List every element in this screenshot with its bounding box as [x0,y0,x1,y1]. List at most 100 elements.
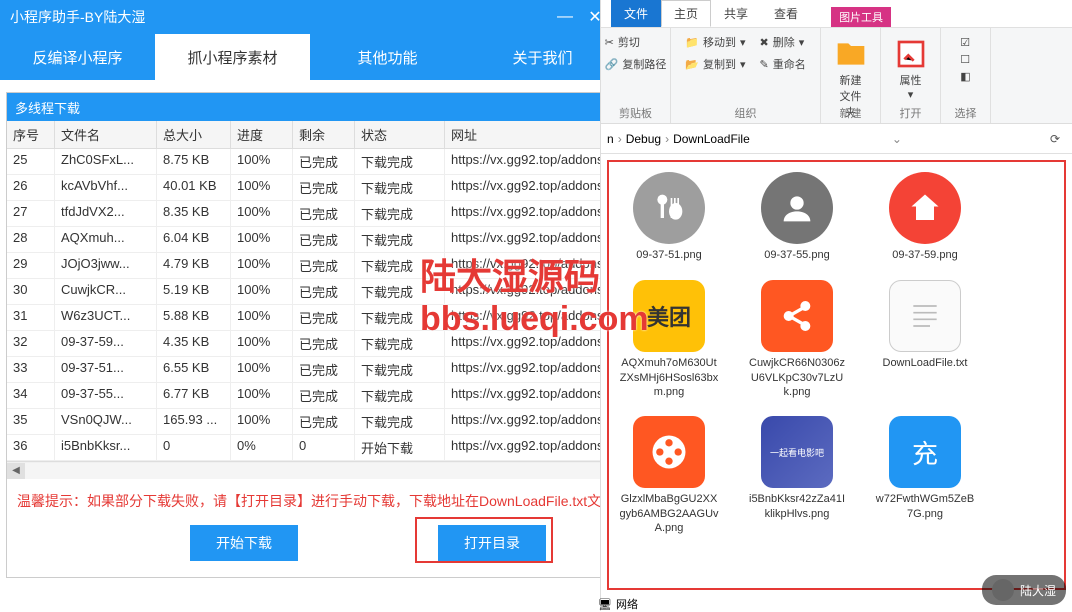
cell-remain: 已完成 [293,201,355,226]
cell-remain: 已完成 [293,357,355,382]
cell-prog: 100% [231,331,293,356]
cell-remain: 已完成 [293,279,355,304]
path-icon: 🔗 [605,58,619,71]
menu-file[interactable]: 文件 [611,0,661,27]
select-none-icon[interactable]: ☐ [960,53,970,66]
cell-status: 下载完成 [355,357,445,382]
cell-remain: 已完成 [293,149,355,174]
tab-decompile[interactable]: 反编译小程序 [0,34,155,80]
crumb-dropdown-icon[interactable]: ⌄ [892,132,902,146]
move-to-button[interactable]: 📁移动到▾ [681,32,749,52]
main-title: 小程序助手-BY陆大湿 [10,7,145,27]
main-titlebar[interactable]: 小程序助手-BY陆大湿 — ✕ [0,0,620,34]
select-all-icon[interactable]: ☑ [960,36,970,49]
file-thumb-icon: 充 [889,416,961,488]
file-item[interactable]: 一起看电影吧i5BnbKksr42zZa41IklikpHlvs.png [747,416,847,534]
file-item[interactable]: CuwjkCR66N0306zU6VLKpC30v7LzUk.png [747,280,847,398]
copy-to-button[interactable]: 📂复制到▾ [681,54,749,74]
cell-seq: 26 [7,175,55,200]
file-item[interactable]: 美团AQXmuh7oM630UtZXsMHj6HSosl63bxm.png [619,280,719,398]
cell-name: 09-37-51... [55,357,157,382]
col-status-header[interactable]: 状态 [355,121,445,148]
chat-badge[interactable]: 陆大湿 [982,575,1066,605]
cell-size: 4.79 KB [157,253,231,278]
file-item[interactable]: 充w72FwthWGm5ZeB7G.png [875,416,975,534]
cell-name: ZhC0SFxL... [55,149,157,174]
col-name-header[interactable]: 文件名 [55,121,157,148]
file-thumb-icon [633,172,705,244]
refresh-icon[interactable]: ⟳ [1044,132,1066,146]
cell-prog: 100% [231,357,293,382]
menu-pic-tools[interactable]: 图片工具 [831,7,891,27]
file-item[interactable]: 09-37-51.png [619,172,719,262]
menu-share[interactable]: 共享 [711,0,761,27]
open-folder-button[interactable]: 打开目录 [438,525,546,561]
cell-remain: 已完成 [293,175,355,200]
breadcrumb[interactable]: n › Debug › DownLoadFile ⌄ ⟳ [601,124,1072,154]
file-item[interactable]: 09-37-55.png [747,172,847,262]
cell-seq: 31 [7,305,55,330]
file-grid[interactable]: 09-37-51.png 09-37-55.png 09-37-59.png 美团AQ… [607,160,1066,590]
file-item[interactable]: GlzxlMbaBgGU2XXgyb6AMBG2AAGUvA.png [619,416,719,534]
crumb-1[interactable]: Debug [626,132,661,146]
copy-path-button[interactable]: 🔗复制路径 [601,54,671,74]
cell-seq: 34 [7,383,55,408]
col-remain-header[interactable]: 剩余 [293,121,355,148]
file-item[interactable]: DownLoadFile.txt [875,280,975,398]
invert-select-icon[interactable]: ◧ [960,70,970,83]
chevron-down-icon: ▾ [740,36,746,49]
rename-button[interactable]: ✎重命名 [756,54,810,74]
file-item[interactable]: 09-37-59.png [875,172,975,262]
cell-name: 09-37-59... [55,331,157,356]
crumb-0[interactable]: n [607,132,614,146]
cell-size: 4.35 KB [157,331,231,356]
start-download-button[interactable]: 开始下载 [190,525,298,561]
cell-size: 6.55 KB [157,357,231,382]
delete-button[interactable]: ✖删除▾ [756,32,810,52]
col-seq-header[interactable]: 序号 [7,121,55,148]
ribbon-clipboard-group: ✂剪切 🔗复制路径 剪贴板 [601,28,671,123]
tab-about[interactable]: 关于我们 [465,34,620,80]
cell-seq: 28 [7,227,55,252]
ribbon-open-group: 属性▾ 打开 [881,28,941,123]
cell-name: W6z3UCT... [55,305,157,330]
col-progress-header[interactable]: 进度 [231,121,293,148]
cell-status: 下载完成 [355,331,445,356]
file-name: 09-37-51.png [619,248,719,262]
cut-button[interactable]: ✂剪切 [601,32,671,52]
cell-status: 下载完成 [355,409,445,434]
file-name: 09-37-55.png [747,248,847,262]
explorer-menu: 文件 主页 共享 查看 图片工具 [601,0,1072,28]
file-thumb-icon [633,416,705,488]
avatar-icon [992,579,1014,601]
menu-home[interactable]: 主页 [661,0,711,27]
ribbon: ✂剪切 🔗复制路径 剪贴板 📁移动到▾ 📂复制到▾ ✖删除▾ ✎重命名 组织 [601,28,1072,124]
file-name: DownLoadFile.txt [875,356,975,370]
col-size-header[interactable]: 总大小 [157,121,231,148]
chat-badge-label: 陆大湿 [1020,582,1056,599]
properties-button[interactable]: 属性▾ [889,32,933,103]
cell-status: 下载完成 [355,279,445,304]
cell-remain: 已完成 [293,253,355,278]
chevron-down-icon: ▾ [908,88,914,101]
cell-status: 下载完成 [355,227,445,252]
cell-size: 6.77 KB [157,383,231,408]
organize-label: 组织 [671,105,820,121]
cell-name: tfdJdVX2... [55,201,157,226]
ribbon-select-group: ☑ ☐ ◧ 选择 [941,28,991,123]
tab-grab-assets[interactable]: 抓小程序素材 [155,34,310,80]
scroll-left-icon[interactable]: ◀ [7,463,25,479]
cell-prog: 100% [231,253,293,278]
crumb-2[interactable]: DownLoadFile [673,132,750,146]
menu-view[interactable]: 查看 [761,0,811,27]
open-label: 打开 [881,105,940,121]
crumb-sep-icon: › [665,132,669,146]
download-title: 多线程下载 [15,98,80,117]
copyto-icon: 📂 [685,58,699,71]
cell-prog: 100% [231,201,293,226]
scissors-icon: ✂ [605,36,614,49]
file-thumb-icon: 一起看电影吧 [761,416,833,488]
tab-other[interactable]: 其他功能 [310,34,465,80]
cell-size: 8.35 KB [157,201,231,226]
minimize-icon[interactable]: — [550,8,580,26]
